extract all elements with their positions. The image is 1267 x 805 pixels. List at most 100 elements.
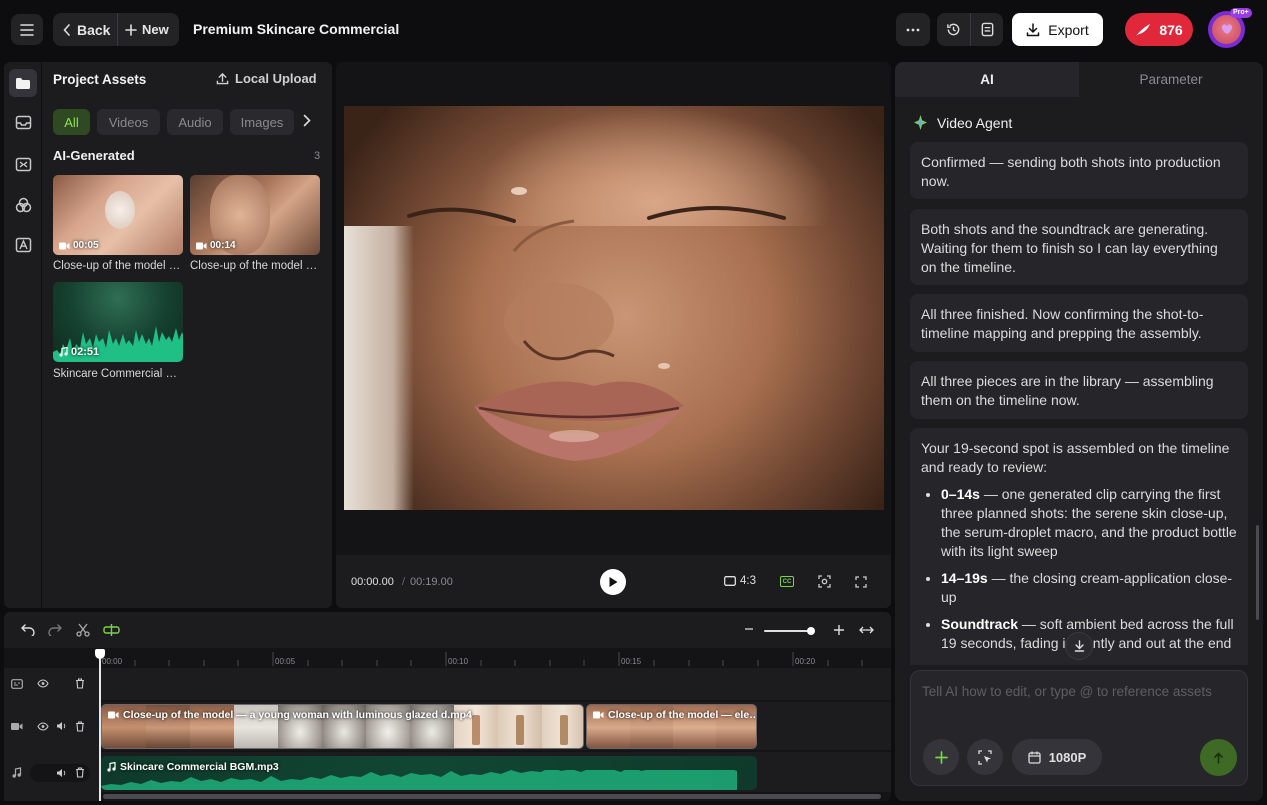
asset-thumb-1[interactable]: 00:05 — [53, 175, 183, 255]
chat-message-2: Both shots and the soundtrack are genera… — [910, 209, 1248, 285]
duration-badge: 02:51 — [59, 346, 99, 358]
more-horizontal-icon — [906, 28, 920, 31]
section-title: AI-Generated — [53, 148, 135, 163]
rail-item-effects[interactable] — [9, 191, 37, 219]
chevron-right-icon — [303, 114, 311, 127]
send-button[interactable] — [1200, 739, 1237, 776]
credits-button[interactable]: 876 — [1125, 13, 1193, 46]
heart-icon — [1221, 24, 1232, 34]
rail-item-inbox[interactable] — [9, 108, 37, 136]
audio-waveform — [101, 770, 737, 790]
history-button[interactable] — [946, 22, 961, 37]
playhead-handle[interactable] — [95, 649, 105, 659]
filter-all[interactable]: All — [53, 109, 90, 135]
player-controls: 00:00.00 / 00:19.00 4:3 CC — [336, 555, 891, 608]
sparkle-icon — [914, 115, 927, 130]
nav-group: Back New — [53, 13, 179, 46]
filter-images[interactable]: Images — [230, 109, 294, 135]
playhead[interactable] — [99, 656, 101, 801]
play-button[interactable] — [600, 569, 626, 595]
ruler-label: 00:20 — [795, 657, 816, 666]
new-button[interactable]: New — [125, 13, 169, 46]
undo-button[interactable] — [21, 624, 35, 636]
local-upload-button[interactable]: Local Upload — [216, 71, 317, 86]
fit-timeline-button[interactable] — [859, 626, 874, 634]
chat-scrollbar[interactable] — [1256, 525, 1259, 620]
folder-icon — [16, 77, 30, 89]
chat-message-3: All three finished. Now confirming the s… — [910, 294, 1248, 352]
scroll-to-bottom-button[interactable] — [1065, 632, 1093, 660]
asset-caption-3: Skincare Commercial BGM.mp3 — [53, 368, 183, 380]
captions-button[interactable]: CC — [780, 576, 794, 587]
video-clip-2[interactable]: Close-up of the model — ele… — [586, 704, 757, 749]
aspect-ratio-button[interactable]: 4:3 — [724, 575, 756, 587]
caption-delete-button[interactable] — [75, 678, 85, 689]
upload-icon — [216, 72, 229, 85]
asset-thumb-3[interactable]: 02:51 — [53, 282, 183, 362]
rail-item-text[interactable] — [9, 231, 37, 259]
hamburger-icon — [20, 23, 34, 36]
audio-delete-button[interactable] — [75, 767, 85, 778]
project-title[interactable]: Premium Skincare Commercial — [193, 21, 399, 37]
tab-parameter[interactable]: Parameter — [1079, 62, 1263, 97]
snap-button[interactable] — [103, 623, 120, 637]
video-clip-1[interactable]: Close-up of the model — a young woman wi… — [101, 704, 584, 749]
fullscreen-button[interactable] — [855, 576, 867, 588]
video-visibility-toggle[interactable] — [37, 722, 49, 731]
video-mute-toggle[interactable] — [56, 721, 67, 731]
video-camera-icon — [196, 242, 207, 249]
audio-mute-toggle[interactable] — [56, 768, 67, 778]
summary-intro: Your 19-second spot is assembled on the … — [921, 440, 1230, 475]
export-button[interactable]: Export — [1012, 13, 1103, 46]
audio-clip[interactable]: Skincare Commercial BGM.mp3 — [101, 756, 757, 790]
zoom-slider-handle[interactable] — [807, 627, 815, 635]
resolution-button[interactable]: 1080P — [1012, 739, 1102, 775]
redo-button[interactable] — [48, 624, 62, 636]
play-icon — [609, 577, 618, 587]
aspect-ratio-label: 4:3 — [740, 575, 756, 587]
transition-icon — [15, 157, 31, 171]
summary-list: 0–14s — one generated clip carrying the … — [921, 485, 1237, 653]
undo-icon — [21, 624, 35, 636]
chat-input[interactable]: Tell AI how to edit, or type @ to refere… — [922, 684, 1212, 699]
asset-thumb-2[interactable]: 00:14 — [190, 175, 320, 255]
section-count: 3 — [314, 150, 321, 162]
filter-audio[interactable]: Audio — [167, 109, 223, 135]
add-attachment-button[interactable] — [923, 739, 959, 775]
asset-caption-1: Close-up of the model — a young woman wi… — [53, 260, 185, 272]
summary-bullet-2: 14–19s — the closing cream-application c… — [941, 569, 1237, 607]
bullet-bold: Soundtrack — [941, 616, 1019, 632]
back-button[interactable]: Back — [53, 13, 110, 46]
filter-videos[interactable]: Videos — [97, 109, 160, 135]
zoom-in-button[interactable] — [833, 624, 845, 636]
clip-label-text: Skincare Commercial BGM.mp3 — [120, 761, 279, 773]
caption-track[interactable] — [100, 668, 891, 700]
ruler-label: 00:00 — [102, 657, 123, 666]
ruler-label: 00:10 — [448, 657, 469, 666]
trash-icon — [76, 767, 84, 778]
caption-visibility-toggle[interactable] — [37, 679, 49, 688]
trash-icon — [76, 678, 84, 689]
select-asset-button[interactable] — [967, 739, 1003, 775]
layout-button[interactable] — [980, 22, 995, 37]
rail-item-assets[interactable] — [9, 69, 37, 97]
trash-icon — [76, 721, 84, 732]
current-time: 00:00.00 — [351, 576, 394, 588]
timeline-scrollbar[interactable] — [103, 794, 881, 799]
rail-item-transitions[interactable] — [9, 150, 37, 178]
filter-scroll-right[interactable] — [303, 114, 311, 127]
timeline-ruler[interactable] — [100, 648, 891, 668]
video-delete-button[interactable] — [75, 721, 85, 732]
clip-frame — [498, 705, 542, 748]
more-button[interactable] — [896, 13, 930, 46]
tab-ai[interactable]: AI — [895, 62, 1079, 97]
video-preview[interactable] — [344, 106, 884, 510]
resolution-label: 1080P — [1048, 749, 1087, 765]
split-button[interactable] — [76, 623, 90, 637]
audio-track-icon — [12, 767, 22, 778]
menu-button[interactable] — [11, 14, 43, 45]
zoom-out-button[interactable] — [744, 623, 754, 635]
snapshot-button[interactable] — [818, 575, 831, 588]
bullet-bold: 0–14s — [941, 486, 980, 502]
asset-caption-2: Close-up of the model — ele… — [190, 260, 322, 272]
